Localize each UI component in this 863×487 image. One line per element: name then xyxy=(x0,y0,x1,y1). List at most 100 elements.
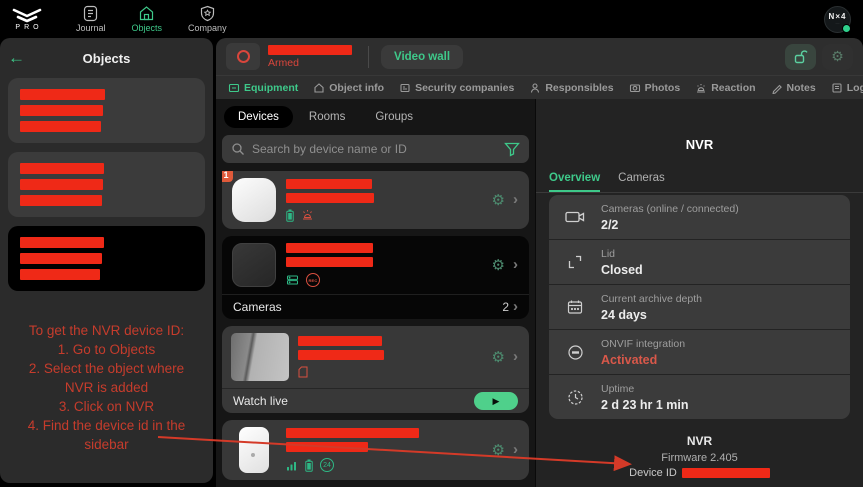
redacted-object-id xyxy=(20,237,104,248)
instruction-annotation: To get the NVR device ID: 1. Go to Objec… xyxy=(8,321,205,454)
chevron-right-icon[interactable]: › xyxy=(513,442,518,457)
redacted-sensor-room xyxy=(286,442,368,452)
play-button[interactable]: ▶ xyxy=(474,392,518,410)
tab-equipment[interactable]: Equipment xyxy=(228,82,298,94)
tab-log[interactable]: Log xyxy=(831,82,863,94)
nvr-image xyxy=(231,243,277,287)
device-card-camera[interactable]: ⚙ › Watch live ▶ xyxy=(222,326,529,413)
nvr-row-lid: Lid Closed xyxy=(549,240,850,284)
back-arrow-icon[interactable]: ← xyxy=(8,48,34,68)
annotation-line: 3. Click on NVR xyxy=(58,399,155,414)
nvr-footer: NVR Firmware 2.405 Device ID xyxy=(536,434,863,479)
hub-info xyxy=(286,178,492,222)
hub-alert-badge: 1 xyxy=(222,171,233,182)
tab-log-label: Log xyxy=(846,81,863,94)
company-icon xyxy=(199,5,216,22)
camera-settings-icon[interactable]: ⚙ xyxy=(492,348,505,366)
onvif-icon xyxy=(564,344,586,361)
device-card-motion-sensor[interactable]: 24 ⚙ › xyxy=(222,420,529,480)
security-companies-icon xyxy=(399,82,411,94)
nvr-panel-title: NVR xyxy=(685,137,714,152)
nvr-cameras-row[interactable]: Cameras 2 › xyxy=(222,294,529,319)
video-wall-button[interactable]: Video wall xyxy=(381,44,464,69)
nvr-device-id: Device ID xyxy=(536,467,863,479)
nav-journal-label: Journal xyxy=(76,23,106,33)
hub-image xyxy=(231,178,277,222)
hub-settings-icon[interactable]: ⚙ xyxy=(492,191,505,209)
row-value: 2/2 xyxy=(601,217,619,232)
top-navigation: Journal Objects Company xyxy=(76,5,227,33)
notes-icon xyxy=(771,82,783,94)
nvr-tab-overview[interactable]: Overview xyxy=(549,172,601,192)
ajax-pro-logo: PRO xyxy=(4,8,50,31)
logo-pro-label: PRO xyxy=(15,23,43,31)
tab-object-info[interactable]: Object info xyxy=(313,82,384,94)
annotation-line: 4. Find the device id in the xyxy=(27,418,186,433)
unlock-button[interactable] xyxy=(785,43,816,70)
device-card-nvr[interactable]: REC ⚙ › Cameras 2 › xyxy=(222,236,529,319)
nvr-tab-cameras[interactable]: Cameras xyxy=(618,172,665,192)
nav-objects[interactable]: Objects xyxy=(132,5,162,33)
sensor-actions: ⚙ › xyxy=(492,441,518,459)
camera-thumbnail xyxy=(231,333,289,381)
redacted-object-hub-id xyxy=(20,269,100,280)
nvr-row-onvif: ONVIF integration Activated xyxy=(549,330,850,374)
header-settings-button[interactable]: ⚙ xyxy=(822,43,853,70)
tab-notes[interactable]: Notes xyxy=(771,82,816,94)
chevron-right-icon[interactable]: › xyxy=(513,257,518,272)
device-subtabs: Devices Rooms Groups xyxy=(224,106,529,128)
camera-status-icons xyxy=(298,366,492,378)
app-window: PRO Journal Objects Company N×4 ···· ← O… xyxy=(0,0,863,487)
object-list-item[interactable] xyxy=(8,78,205,143)
redacted-hub-room xyxy=(286,192,374,203)
object-list-item[interactable] xyxy=(8,152,205,217)
chevron-right-icon[interactable]: › xyxy=(513,192,518,207)
subtab-devices[interactable]: Devices xyxy=(224,106,293,128)
search-input[interactable] xyxy=(252,142,504,156)
tab-object-info-label: Object info xyxy=(329,81,385,94)
row-value: Closed xyxy=(601,262,643,277)
filter-icon[interactable] xyxy=(504,142,520,157)
reaction-icon xyxy=(695,82,707,94)
redacted-nvr-name xyxy=(286,243,373,253)
redacted-hub-name xyxy=(286,178,372,189)
nvr-settings-icon[interactable]: ⚙ xyxy=(492,256,505,274)
tab-security-companies-label: Security companies xyxy=(415,81,515,94)
tab-photos-label: Photos xyxy=(644,81,681,94)
nvr-overview-rows: Cameras (online / connected) 2/2 Lid Clo… xyxy=(549,195,850,419)
armed-status-label: Armed xyxy=(268,56,299,69)
armed-state-icon xyxy=(226,43,260,70)
tab-security-companies[interactable]: Security companies xyxy=(399,82,514,94)
online-status-dot xyxy=(842,23,851,33)
sensor-settings-icon[interactable]: ⚙ xyxy=(492,441,505,459)
nav-company[interactable]: Company xyxy=(188,5,227,33)
annotation-line: 1. Go to Objects xyxy=(57,342,156,357)
avatar-subtext: ···· xyxy=(835,21,840,25)
main-content: Devices Rooms Groups 1 xyxy=(216,99,863,487)
tab-reaction[interactable]: Reaction xyxy=(695,81,756,94)
redacted-object-hub-id xyxy=(20,121,101,132)
object-list-item-selected[interactable] xyxy=(8,226,205,291)
row-value: Activated xyxy=(601,352,658,367)
subtab-groups[interactable]: Groups xyxy=(361,106,427,128)
row-label: Lid xyxy=(601,247,616,260)
cameras-row-label: Cameras xyxy=(233,300,282,314)
redacted-object-id xyxy=(20,89,105,100)
journal-icon xyxy=(82,5,99,22)
redacted-camera-name xyxy=(298,336,382,346)
chevron-right-icon[interactable]: › xyxy=(513,349,518,364)
device-id-label: Device ID xyxy=(629,467,677,479)
tab-reaction-label: Reaction xyxy=(711,81,756,94)
watch-live-row[interactable]: Watch live ▶ xyxy=(222,388,529,413)
log-icon xyxy=(831,82,843,94)
user-avatar[interactable]: N×4 ···· xyxy=(824,5,851,33)
subtab-rooms[interactable]: Rooms xyxy=(295,106,359,128)
nav-journal[interactable]: Journal xyxy=(76,5,106,33)
redacted-camera-room xyxy=(298,350,384,360)
tab-responsibles[interactable]: Responsibles xyxy=(529,82,614,94)
tab-photos[interactable]: Photos xyxy=(629,81,681,94)
device-card-hub[interactable]: 1 ⚙ › xyxy=(222,171,529,229)
object-header: Armed Video wall ⚙ xyxy=(216,38,863,75)
nvr-row-archive-depth: Current archive depth 24 days xyxy=(549,285,850,329)
objects-sidebar: ← Objects To get the NVR device ID: 1. G… xyxy=(0,38,213,483)
